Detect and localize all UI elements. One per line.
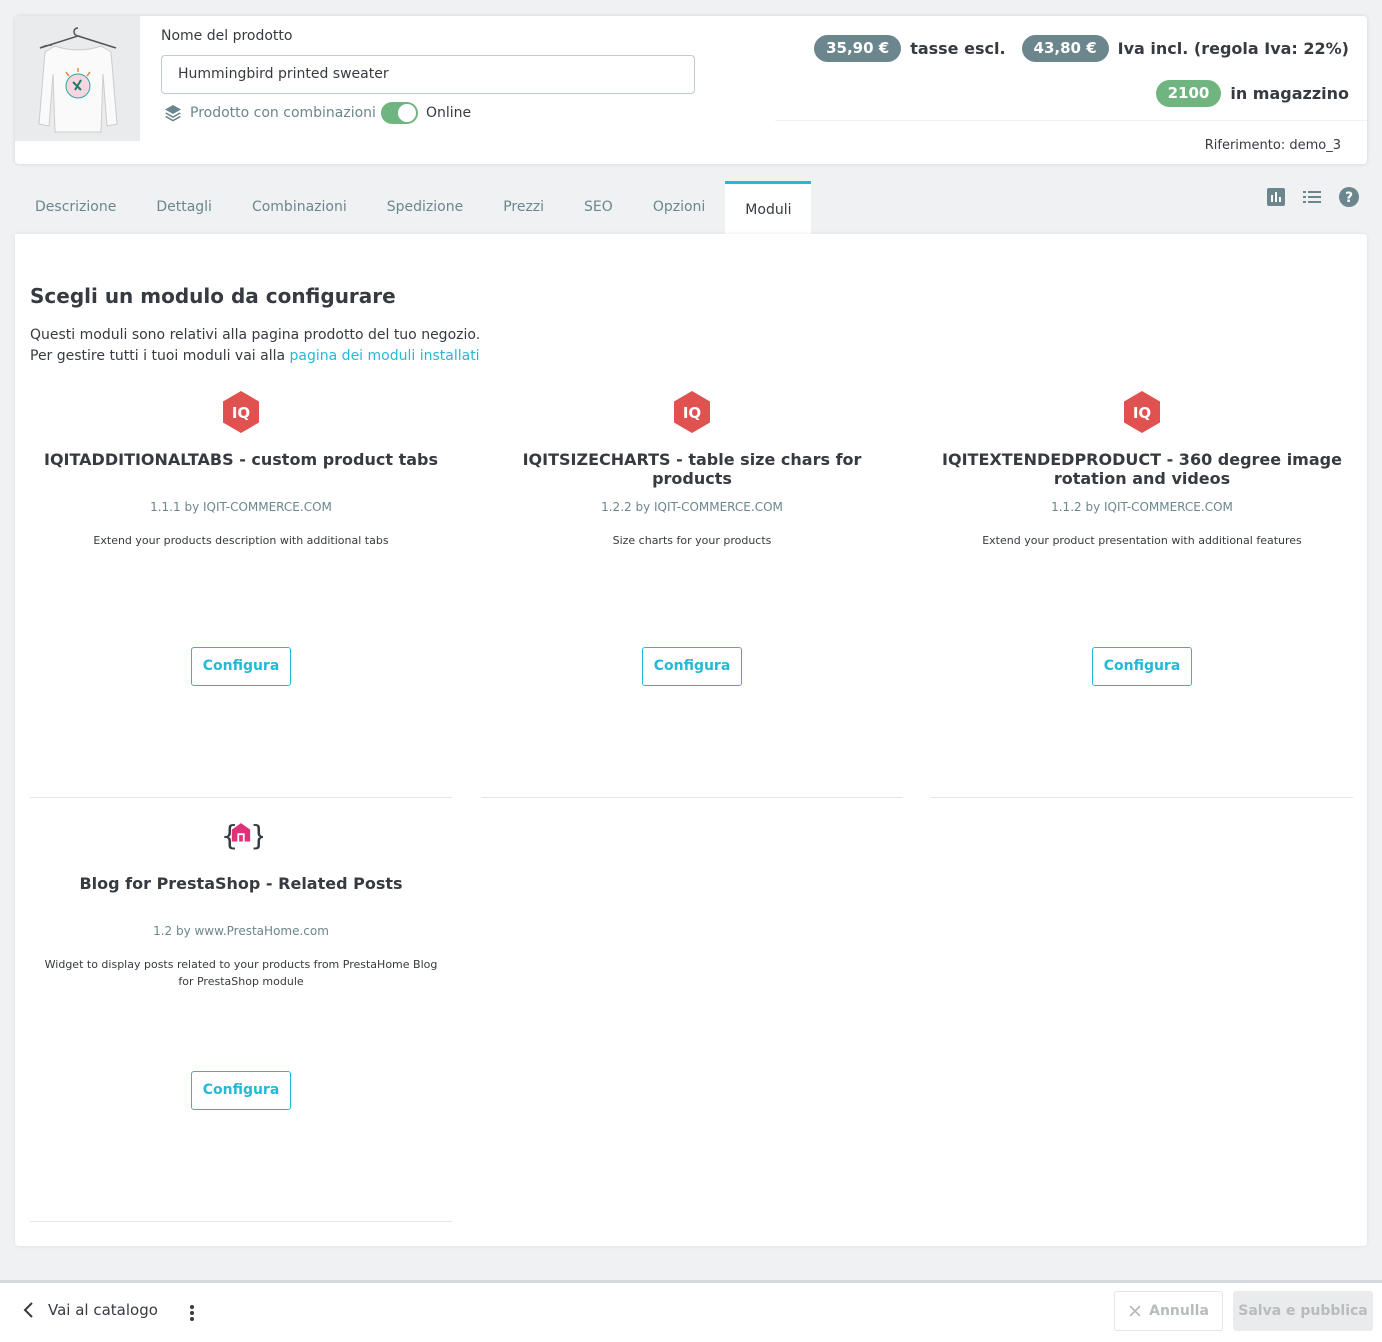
combinations-label: Prodotto con combinazioni [190,105,376,121]
footer-bar: Vai al catalogo Annulla Salva e pubblica [0,1280,1382,1342]
module-card: IQ IQITSIZECHARTS - table size chars for… [481,380,903,798]
layers-icon [165,105,181,122]
svg-text:IQ: IQ [683,404,701,422]
help-icon[interactable]: ? [1338,186,1360,208]
sweater-image [37,26,118,132]
tab-toolbar: ? [1266,186,1360,208]
product-thumbnail[interactable] [15,16,140,141]
iq-logo-icon: IQ [1124,391,1160,433]
intro-line-1: Questi moduli sono relativi alla pagina … [30,327,481,343]
module-description: Widget to display posts related to your … [44,958,438,988]
prestahome-logo-icon: { } [221,820,263,852]
price-summary: 35,90 € tasse escl. 43,80 € Iva incl. (r… [814,35,1349,62]
tab-combinazioni[interactable]: Combinazioni [232,181,367,234]
tab-dettagli[interactable]: Dettagli [136,181,232,234]
page-title: Scegli un modulo da configurare [30,284,396,308]
configure-button[interactable]: Configura [191,647,291,686]
more-options-icon[interactable] [188,1303,196,1323]
module-description: Extend your products description with ad… [93,534,389,547]
iq-logo-icon: IQ [223,391,259,433]
cancel-button[interactable]: Annulla [1114,1291,1223,1331]
intro-text: Questi moduli sono relativi alla pagina … [30,325,480,367]
svg-text:?: ? [1345,190,1353,206]
module-meta: 1.1.2 by IQIT-COMMERCE.COM [1051,500,1233,514]
stock-label: in magazzino [1230,84,1349,103]
svg-text:}: } [250,820,263,852]
tab-moduli[interactable]: Moduli [725,181,812,234]
intro-line-2: Per gestire tutti i tuoi moduli vai alla… [30,346,480,367]
intro-line-2-text: Per gestire tutti i tuoi moduli vai alla [30,348,286,364]
price-incl-badge: 43,80 € [1021,35,1109,62]
tab-seo[interactable]: SEO [564,181,633,234]
module-title: IQITADDITIONALTABS - custom product tabs [43,450,438,469]
cancel-label: Annulla [1149,1303,1209,1319]
module-meta: 1.2 by www.PrestaHome.com [153,924,329,938]
product-tabs: Descrizione Dettagli Combinazioni Spediz… [15,181,812,234]
module-title: IQITEXTENDEDPRODUCT - 360 degree image r… [942,450,1342,488]
header-divider [775,120,1367,121]
price-excl-label: tasse escl. [910,39,1006,58]
stats-icon[interactable] [1266,187,1286,207]
product-name-label: Nome del prodotto [161,28,293,44]
online-label: Online [426,105,472,121]
stock-badge: 2100 [1155,80,1222,107]
tab-prezzi[interactable]: Prezzi [483,181,564,234]
stock-summary: 2100 in magazzino [1155,80,1349,107]
configure-button[interactable]: Configura [642,647,742,686]
chevron-left-icon [23,1302,33,1318]
module-title: IQITSIZECHARTS - table size chars for pr… [522,450,862,488]
iq-logo-icon: IQ [674,391,710,433]
product-name-input[interactable]: Hummingbird printed sweater [161,55,695,94]
online-toggle[interactable] [381,102,418,124]
module-description: Size charts for your products [612,534,772,547]
configure-button[interactable]: Configura [1092,647,1192,686]
price-incl-label: Iva incl. (regola Iva: 22%) [1117,39,1349,58]
module-meta: 1.1.1 by IQIT-COMMERCE.COM [150,500,332,514]
configure-button[interactable]: Configura [191,1071,291,1110]
back-to-catalog-link[interactable]: Vai al catalogo [22,1301,158,1319]
save-and-publish-button[interactable]: Salva e pubblica [1233,1291,1373,1331]
installed-modules-link[interactable]: pagina dei moduli installati [290,348,480,364]
module-card: IQ IQITEXTENDEDPRODUCT - 360 degree imag… [931,380,1353,798]
reference-text: Riferimento: demo_3 [1204,138,1341,153]
tab-descrizione[interactable]: Descrizione [15,181,136,234]
module-title: Blog for PrestaShop - Related Posts [79,874,403,893]
tab-spedizione[interactable]: Spedizione [367,181,483,234]
close-icon [1129,1305,1141,1317]
combinations-indicator: Prodotto con combinazioni [164,104,376,122]
module-meta: 1.2.2 by IQIT-COMMERCE.COM [601,500,783,514]
module-card: { } Blog for PrestaShop - Related Posts … [30,804,452,1222]
price-excl-badge: 35,90 € [814,35,902,62]
modules-panel: Scegli un modulo da configurare Questi m… [15,234,1367,1246]
back-label: Vai al catalogo [48,1301,158,1319]
svg-text:IQ: IQ [1133,404,1151,422]
list-icon[interactable] [1302,187,1322,207]
module-description: Extend your product presentation with ad… [982,534,1302,547]
module-card: IQ IQITADDITIONALTABS - custom product t… [30,380,452,798]
tab-opzioni[interactable]: Opzioni [633,181,725,234]
product-header: Nome del prodotto Hummingbird printed sw… [15,16,1367,164]
svg-text:IQ: IQ [232,404,250,422]
